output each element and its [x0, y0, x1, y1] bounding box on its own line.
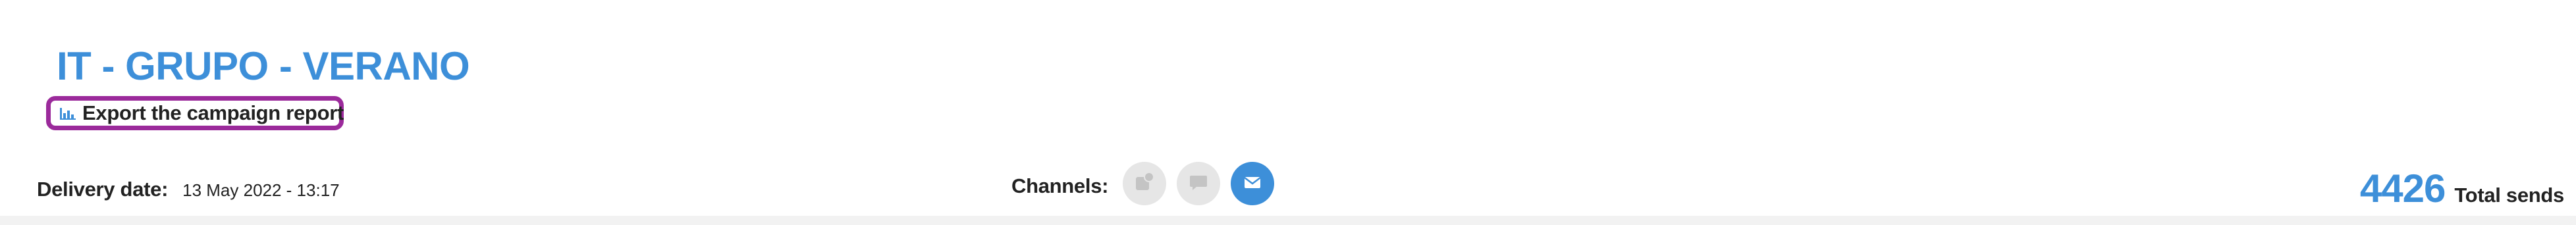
channels-group: Channels:: [1011, 162, 1285, 205]
campaign-title: IT - GRUPO - VERANO: [57, 44, 470, 88]
export-button-label: Export the campaign report: [82, 101, 344, 124]
delivery-date: Delivery date: 13 May 2022 - 13:17: [37, 178, 340, 201]
email-envelope-icon: [1241, 171, 1264, 197]
total-sends-label: Total sends: [2454, 184, 2564, 207]
total-sends-count: 4426: [2359, 166, 2446, 211]
delivery-date-value: 13 May 2022 - 13:17: [182, 180, 340, 200]
campaign-header: IT - GRUPO - VERANO Export the campaign …: [0, 0, 2576, 225]
section-divider: [0, 216, 2576, 225]
delivery-date-label: Delivery date:: [37, 178, 169, 201]
channel-sms-button[interactable]: [1177, 162, 1221, 205]
bar-chart-icon: [60, 107, 76, 120]
sms-chat-icon: [1187, 171, 1210, 197]
export-campaign-report-button[interactable]: Export the campaign report: [46, 96, 344, 130]
channel-push-button[interactable]: [1123, 162, 1167, 205]
total-sends: 4426 Total sends: [2360, 166, 2564, 211]
channels-label: Channels:: [1011, 174, 1109, 197]
channel-email-button[interactable]: [1231, 162, 1275, 205]
push-notification-icon: [1133, 171, 1156, 197]
